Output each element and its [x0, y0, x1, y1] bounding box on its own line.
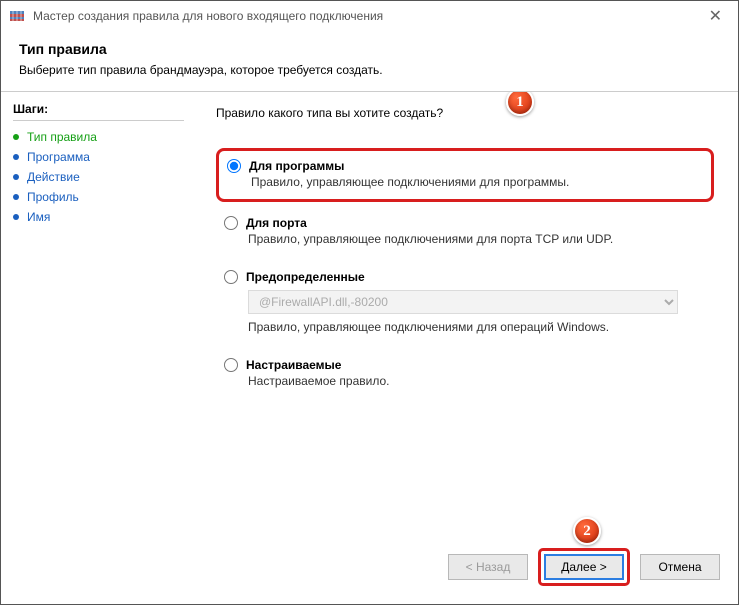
options-group: Для программы Правило, управляющее подкл… [216, 148, 714, 398]
option-program-label[interactable]: Для программы [227, 159, 701, 173]
option-port[interactable]: Для порта Правило, управляющее подключен… [216, 208, 714, 256]
option-custom[interactable]: Настраиваемые Настраиваемое правило. [216, 350, 714, 398]
body: Шаги: Тип правила Программа Действие Про… [1, 92, 738, 536]
step-program[interactable]: Программа [13, 147, 184, 167]
option-custom-desc: Настраиваемое правило. [248, 374, 704, 388]
option-predefined-label[interactable]: Предопределенные [224, 270, 704, 284]
step-profile[interactable]: Профиль [13, 187, 184, 207]
sidebar: Шаги: Тип правила Программа Действие Про… [1, 92, 196, 536]
option-port-desc: Правило, управляющее подключениями для п… [248, 232, 704, 246]
back-button: < Назад [448, 554, 528, 580]
page-title: Тип правила [19, 41, 720, 57]
next-button-highlight: 2 Далее > [538, 548, 630, 586]
firewall-icon [9, 8, 25, 24]
header: Тип правила Выберите тип правила брандма… [1, 31, 738, 91]
option-predefined-desc: Правило, управляющее подключениями для о… [248, 320, 704, 334]
titlebar: Мастер создания правила для нового входя… [1, 1, 738, 31]
question-text: Правило какого типа вы хотите создать? [216, 106, 714, 120]
main-panel: Правило какого типа вы хотите создать? 1… [196, 92, 738, 536]
window-title: Мастер создания правила для нового входя… [33, 9, 383, 23]
step-name[interactable]: Имя [13, 207, 184, 227]
step-action[interactable]: Действие [13, 167, 184, 187]
page-subtitle: Выберите тип правила брандмауэра, которо… [19, 63, 720, 77]
callout-marker-2: 2 [573, 517, 601, 545]
radio-program[interactable] [227, 159, 241, 173]
radio-port[interactable] [224, 216, 238, 230]
radio-predefined[interactable] [224, 270, 238, 284]
option-predefined[interactable]: Предопределенные @FirewallAPI.dll,-80200… [216, 262, 714, 344]
option-program-desc: Правило, управляющее подключениями для п… [251, 175, 701, 189]
close-icon[interactable]: ✕ [701, 6, 730, 26]
next-button[interactable]: Далее > [544, 554, 624, 580]
footer: < Назад 2 Далее > Отмена [1, 536, 738, 604]
cancel-button[interactable]: Отмена [640, 554, 720, 580]
predefined-select: @FirewallAPI.dll,-80200 [248, 290, 678, 314]
option-custom-label[interactable]: Настраиваемые [224, 358, 704, 372]
step-list: Тип правила Программа Действие Профиль И… [13, 127, 184, 227]
radio-custom[interactable] [224, 358, 238, 372]
step-rule-type[interactable]: Тип правила [13, 127, 184, 147]
option-port-label[interactable]: Для порта [224, 216, 704, 230]
option-program[interactable]: Для программы Правило, управляющее подкл… [216, 148, 714, 202]
wizard-window: Мастер создания правила для нового входя… [0, 0, 739, 605]
sidebar-title: Шаги: [13, 102, 184, 116]
